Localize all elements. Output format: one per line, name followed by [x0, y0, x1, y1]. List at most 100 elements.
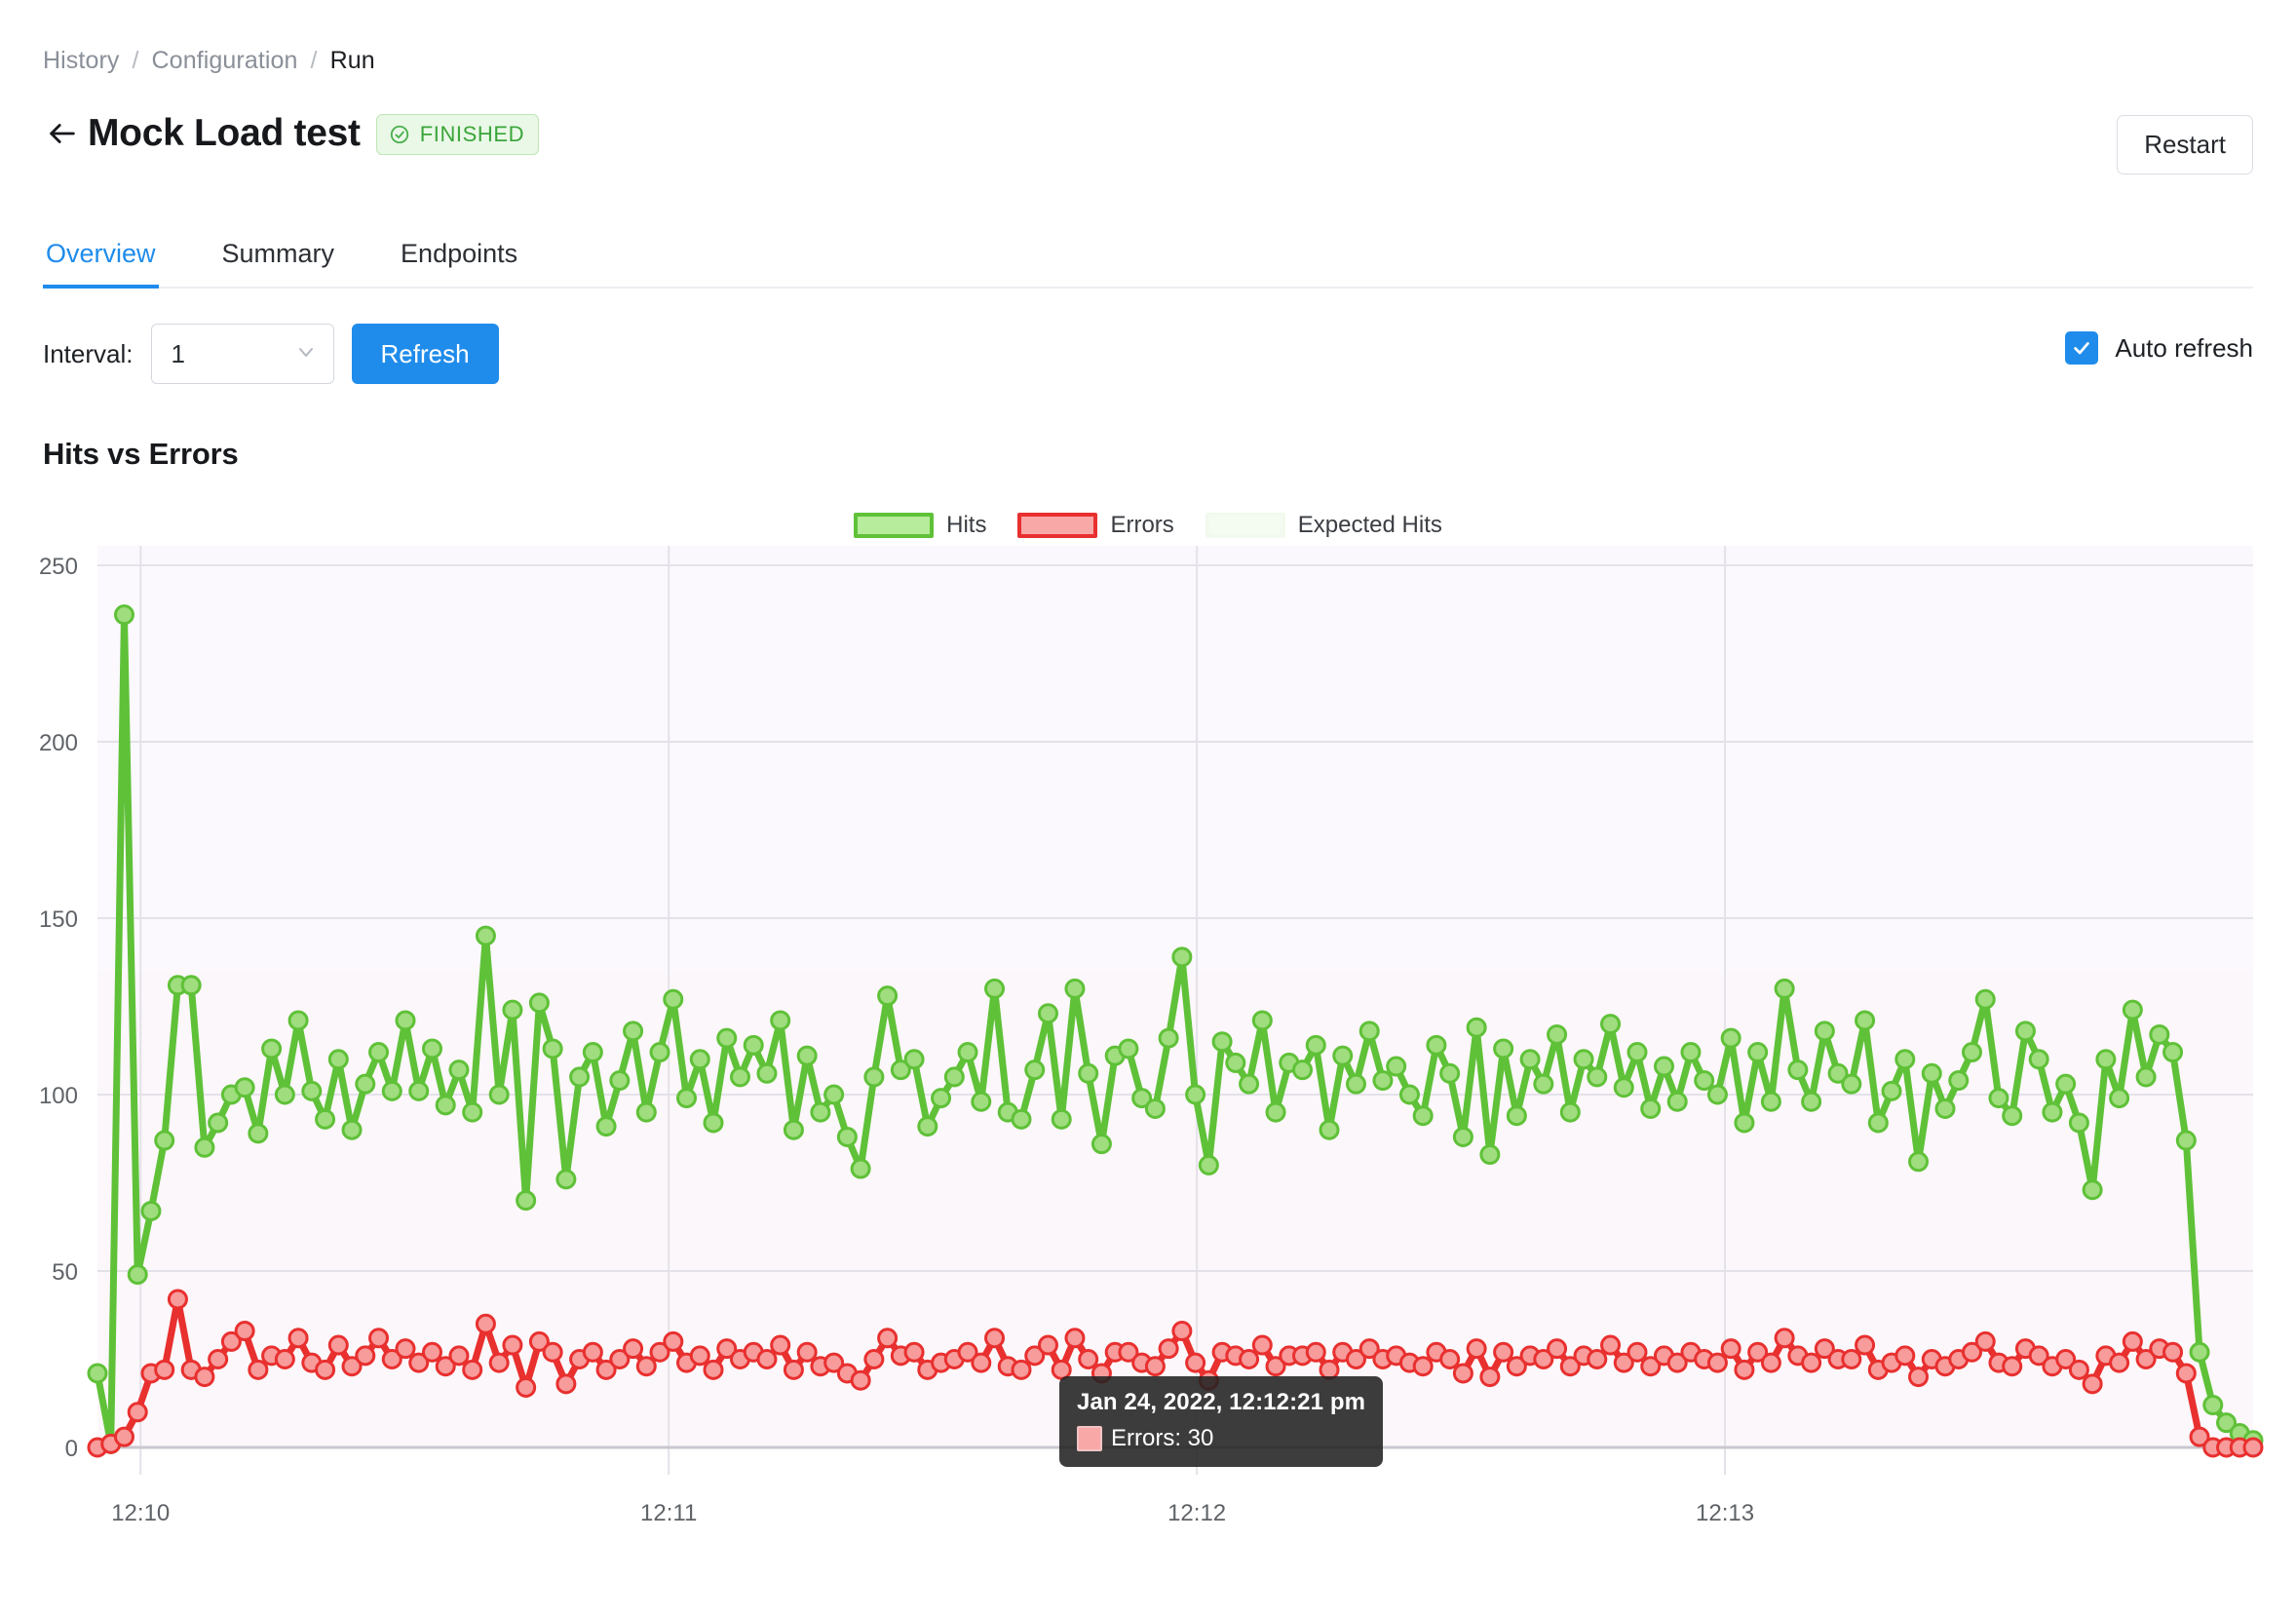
data-point[interactable]	[2175, 1363, 2197, 1384]
legend-item-expected-hits[interactable]: Expected Hits	[1205, 512, 1442, 539]
data-point[interactable]	[676, 1088, 698, 1109]
data-point[interactable]	[2042, 1101, 2063, 1123]
data-point[interactable]	[2095, 1049, 2117, 1070]
data-point[interactable]	[1078, 1349, 1099, 1369]
data-point[interactable]	[2242, 1437, 2264, 1458]
data-point[interactable]	[1814, 1021, 1835, 1042]
data-point[interactable]	[1439, 1349, 1461, 1369]
data-point[interactable]	[1747, 1042, 1769, 1063]
data-point[interactable]	[649, 1042, 670, 1063]
data-point[interactable]	[1720, 1338, 1741, 1360]
data-point[interactable]	[1158, 1027, 1179, 1049]
data-point[interactable]	[488, 1084, 510, 1105]
data-point[interactable]	[2014, 1021, 2036, 1042]
data-point[interactable]	[1961, 1042, 1982, 1063]
data-point[interactable]	[1894, 1049, 1916, 1070]
data-point[interactable]	[315, 1108, 336, 1130]
data-point[interactable]	[863, 1066, 885, 1088]
data-point[interactable]	[663, 1330, 684, 1352]
data-point[interactable]	[1587, 1349, 1608, 1369]
data-point[interactable]	[2175, 1130, 2197, 1151]
data-point[interactable]	[2028, 1049, 2049, 1070]
data-point[interactable]	[1011, 1108, 1032, 1130]
data-point[interactable]	[943, 1066, 965, 1088]
data-point[interactable]	[877, 1328, 899, 1349]
data-point[interactable]	[1091, 1134, 1112, 1155]
data-point[interactable]	[1974, 988, 1996, 1010]
data-point[interactable]	[274, 1349, 295, 1369]
data-point[interactable]	[395, 1338, 416, 1360]
data-point[interactable]	[1600, 1014, 1622, 1035]
data-point[interactable]	[1626, 1042, 1648, 1063]
data-point[interactable]	[555, 1169, 577, 1190]
data-point[interactable]	[1332, 1045, 1354, 1066]
data-point[interactable]	[971, 1091, 992, 1112]
data-point[interactable]	[1292, 1059, 1314, 1081]
data-point[interactable]	[1760, 1091, 1781, 1112]
data-point[interactable]	[87, 1363, 108, 1384]
data-point[interactable]	[261, 1038, 283, 1059]
data-point[interactable]	[971, 1352, 992, 1373]
data-point[interactable]	[1386, 1056, 1407, 1077]
data-point[interactable]	[113, 604, 134, 626]
data-point[interactable]	[341, 1119, 363, 1140]
data-point[interactable]	[823, 1084, 845, 1105]
data-point[interactable]	[1144, 1356, 1166, 1377]
data-point[interactable]	[703, 1359, 724, 1380]
data-point[interactable]	[381, 1080, 402, 1101]
tab-summary[interactable]: Summary	[219, 239, 338, 287]
data-point[interactable]	[1398, 1084, 1420, 1105]
data-point[interactable]	[2002, 1105, 2023, 1127]
data-point[interactable]	[903, 1049, 925, 1070]
data-point[interactable]	[623, 1338, 644, 1360]
data-point[interactable]	[301, 1080, 323, 1101]
data-point[interactable]	[783, 1359, 804, 1380]
data-point[interactable]	[1506, 1105, 1527, 1127]
data-point[interactable]	[1600, 1334, 1622, 1356]
data-point[interactable]	[435, 1095, 456, 1116]
data-point[interactable]	[1251, 1010, 1273, 1031]
data-point[interactable]	[796, 1045, 818, 1066]
tab-endpoints[interactable]: Endpoints	[398, 239, 520, 287]
data-point[interactable]	[1239, 1073, 1260, 1095]
data-point[interactable]	[1881, 1080, 1902, 1101]
data-point[interactable]	[2135, 1066, 2157, 1088]
data-point[interactable]	[1908, 1367, 1930, 1388]
data-point[interactable]	[1412, 1356, 1434, 1377]
data-point[interactable]	[863, 1349, 885, 1369]
data-point[interactable]	[877, 985, 899, 1007]
data-point[interactable]	[1185, 1084, 1206, 1105]
data-point[interactable]	[635, 1356, 657, 1377]
data-point[interactable]	[234, 1321, 255, 1342]
data-point[interactable]	[287, 1010, 309, 1031]
data-point[interactable]	[355, 1073, 376, 1095]
data-point[interactable]	[1948, 1070, 1970, 1092]
data-point[interactable]	[1974, 1330, 1996, 1352]
data-point[interactable]	[689, 1049, 710, 1070]
tab-overview[interactable]: Overview	[43, 239, 159, 289]
data-point[interactable]	[2055, 1073, 2077, 1095]
data-point[interactable]	[663, 988, 684, 1010]
data-point[interactable]	[1305, 1341, 1326, 1363]
data-point[interactable]	[703, 1112, 724, 1134]
data-point[interactable]	[931, 1088, 952, 1109]
data-point[interactable]	[1680, 1042, 1702, 1063]
data-point[interactable]	[1921, 1062, 1942, 1084]
data-point[interactable]	[180, 975, 202, 996]
data-point[interactable]	[623, 1021, 644, 1042]
data-point[interactable]	[1640, 1098, 1662, 1119]
data-point[interactable]	[1479, 1144, 1501, 1166]
data-point[interactable]	[368, 1328, 390, 1349]
data-point[interactable]	[1774, 1328, 1795, 1349]
data-point[interactable]	[1855, 1010, 1876, 1031]
data-point[interactable]	[1452, 1126, 1473, 1147]
breadcrumb-item-history[interactable]: History	[43, 47, 119, 75]
data-point[interactable]	[1720, 1027, 1741, 1049]
data-point[interactable]	[462, 1101, 483, 1123]
data-point[interactable]	[2002, 1356, 2023, 1377]
data-point[interactable]	[516, 1190, 537, 1212]
data-point[interactable]	[1559, 1101, 1581, 1123]
data-point[interactable]	[1412, 1105, 1434, 1127]
data-point[interactable]	[716, 1027, 738, 1049]
data-point[interactable]	[516, 1376, 537, 1398]
